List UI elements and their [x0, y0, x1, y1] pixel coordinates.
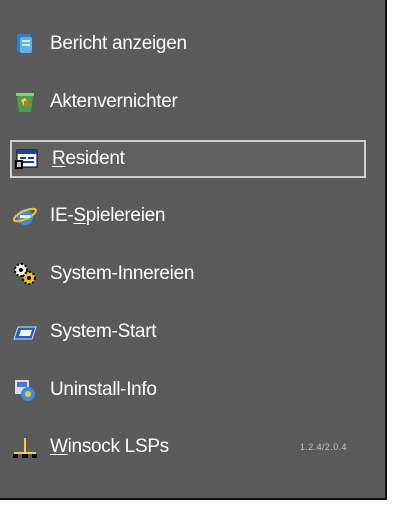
internet-explorer-icon	[12, 203, 38, 229]
menu-item-label: Uninstall-Info	[50, 379, 157, 400]
label-rest: insock LSPs	[67, 436, 170, 457]
menu-item-resident[interactable]: Resident	[10, 140, 366, 178]
label-rest: esident	[65, 148, 125, 169]
menu-item-label: Bericht anzeigen	[50, 33, 187, 54]
version-hint: 1.2.4/2.0.4	[300, 442, 347, 452]
network-icon	[12, 434, 38, 460]
access-key: W	[50, 436, 68, 457]
access-key: R	[52, 148, 66, 169]
shredder-icon	[12, 89, 38, 115]
menu-item-winsock-lsps[interactable]: Winsock LSPs 1.2.4/2.0.4	[10, 428, 366, 466]
gears-icon	[12, 261, 38, 287]
label-prefix: IE-	[50, 205, 74, 226]
menu-item-label: Winsock LSPs	[50, 436, 169, 458]
menu-item-label: System-Start	[50, 321, 157, 342]
menu-item-system-innereien[interactable]: System-Innereien	[10, 255, 366, 293]
menu-item-label: Resident	[52, 148, 125, 170]
menu-item-label: IE-Spielereien	[50, 205, 165, 227]
access-key: S	[73, 205, 86, 226]
menu-item-ie-spielereien[interactable]: IE-Spielereien	[10, 197, 366, 235]
menu-item-system-start[interactable]: System-Start	[10, 313, 366, 351]
menu-item-bericht-anzeigen[interactable]: Bericht anzeigen	[10, 25, 366, 63]
startup-icon	[12, 319, 38, 345]
uninstall-icon	[12, 377, 38, 403]
report-icon	[12, 31, 38, 57]
menu-item-label: System-Innereien	[50, 263, 195, 284]
menu-item-aktenvernichter[interactable]: Aktenvernichter	[10, 83, 366, 121]
menu-item-uninstall-info[interactable]: Uninstall-Info	[10, 371, 366, 409]
menu-item-label: Aktenvernichter	[50, 91, 178, 112]
menu-panel: Bericht anzeigen Aktenvernichter Residen…	[0, 0, 387, 500]
resident-window-icon	[14, 146, 40, 172]
label-rest: pielereien	[85, 205, 166, 226]
